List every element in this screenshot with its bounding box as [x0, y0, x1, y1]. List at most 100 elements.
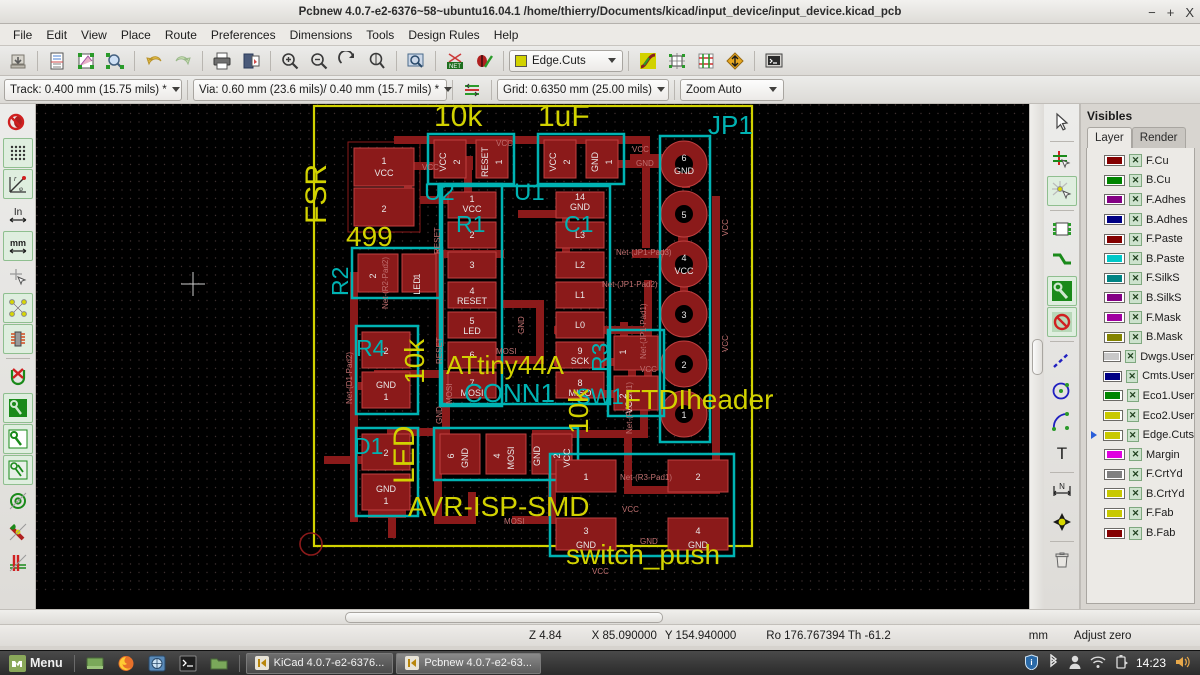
undo-icon[interactable]	[140, 48, 168, 74]
taskbar-window-pcbnew[interactable]: Pcbnew 4.0.7-e2-63...	[396, 652, 541, 674]
auto-delete-track-icon[interactable]	[3, 362, 33, 392]
layer-visibility-checkbox[interactable]: ✕	[1129, 526, 1142, 540]
add-dimension-icon[interactable]: N	[1047, 476, 1077, 506]
layer-row-b-silks[interactable]: ✕ B.SilkS	[1087, 288, 1194, 308]
mode-track-icon[interactable]	[634, 48, 662, 74]
via-size-select[interactable]: Via: 0.60 mm (23.6 mils)/ 0.40 mm (15.7 …	[193, 78, 453, 101]
layer-row-edge-cuts[interactable]: ✕ Edge.Cuts	[1087, 425, 1194, 445]
zoom-in-icon[interactable]	[276, 48, 304, 74]
horizontal-scroll-thumb[interactable]	[345, 611, 663, 623]
layer-color-swatch[interactable]	[1104, 468, 1125, 480]
set-origin-icon[interactable]	[1047, 507, 1077, 537]
zoom-select[interactable]: Zoom Auto	[680, 78, 784, 101]
show-ratsnest-icon[interactable]	[2, 293, 33, 323]
add-zone-cutout-icon[interactable]	[1046, 307, 1077, 337]
web-browser-icon[interactable]	[143, 653, 171, 674]
taskbar-clock[interactable]: 14:23	[1136, 656, 1166, 670]
layer-visibility-checkbox[interactable]: ✕	[1126, 409, 1139, 423]
layer-row-f-cu[interactable]: ✕ F.Cu	[1087, 151, 1194, 171]
volume-icon[interactable]	[1174, 654, 1190, 673]
delete-icon[interactable]	[1047, 545, 1077, 575]
mode-module-icon[interactable]	[663, 48, 691, 74]
layer-row-f-mask[interactable]: ✕ F.Mask	[1087, 308, 1194, 328]
taskbar-window-kicad[interactable]: KiCad 4.0.7-e2-6376...	[245, 652, 394, 674]
layer-row-f-paste[interactable]: ✕ F.Paste	[1087, 229, 1194, 249]
layer-visibility-checkbox[interactable]: ✕	[1124, 350, 1137, 364]
zoom-fit-icon[interactable]	[363, 48, 391, 74]
layer-row-f-adhes[interactable]: ✕ F.Adhes	[1087, 190, 1194, 210]
layer-visibility-checkbox[interactable]: ✕	[1129, 448, 1142, 462]
firefox-icon[interactable]	[112, 653, 140, 674]
zone-sketch-icon[interactable]	[2, 455, 33, 485]
module-ratsnest-icon[interactable]	[2, 324, 33, 354]
layer-row-eco1-user[interactable]: ✕ Eco1.User	[1087, 386, 1194, 406]
units-mm-icon[interactable]: mm	[2, 231, 33, 261]
layer-color-swatch[interactable]	[1102, 351, 1121, 363]
pcb-canvas-area[interactable]: 1 VCC 2 2 1 LED VCC 2 RESET 1 VCC 2 GND 1…	[36, 104, 1029, 609]
layer-row-b-cu[interactable]: ✕ B.Cu	[1087, 171, 1194, 191]
layer-color-swatch[interactable]	[1104, 449, 1125, 461]
files-icon[interactable]	[205, 653, 233, 674]
cursor-shape-icon[interactable]	[3, 262, 33, 292]
layer-color-swatch[interactable]	[1104, 194, 1125, 206]
layer-color-swatch[interactable]	[1104, 331, 1125, 343]
layer-row-b-crtyd[interactable]: ✕ B.CrtYd	[1087, 484, 1194, 504]
add-graphic-line-icon[interactable]	[1047, 345, 1077, 375]
layer-visibility-checkbox[interactable]: ✕	[1129, 213, 1142, 227]
bluetooth-icon[interactable]	[1047, 653, 1060, 673]
polar-coords-icon[interactable]: rφ	[2, 169, 33, 199]
shield-icon[interactable]: i	[1024, 653, 1039, 673]
canvas-vertical-scrollbar[interactable]	[1029, 104, 1044, 609]
layer-color-swatch[interactable]	[1103, 390, 1123, 402]
battery-icon[interactable]	[1114, 654, 1128, 673]
menu-edit[interactable]: Edit	[39, 26, 74, 44]
print-icon[interactable]	[208, 48, 236, 74]
canvas-horizontal-scrollbar[interactable]	[0, 609, 1200, 624]
layer-visibility-checkbox[interactable]: ✕	[1129, 506, 1142, 520]
menu-dimensions[interactable]: Dimensions	[283, 26, 360, 44]
add-module-icon[interactable]	[1047, 214, 1077, 244]
auto-route-icon[interactable]	[721, 48, 749, 74]
add-arc-icon[interactable]	[1047, 407, 1077, 437]
layer-row-f-crtyd[interactable]: ✕ F.CrtYd	[1087, 465, 1194, 485]
menu-help[interactable]: Help	[487, 26, 526, 44]
layer-color-swatch[interactable]	[1104, 527, 1125, 539]
layer-row-b-fab[interactable]: ✕ B.Fab	[1087, 523, 1194, 543]
layer-visibility-checkbox[interactable]: ✕	[1129, 311, 1142, 325]
tab-layer[interactable]: Layer	[1087, 127, 1132, 148]
user-icon[interactable]	[1068, 654, 1082, 673]
save-board-icon[interactable]	[4, 48, 32, 74]
layer-visibility-checkbox[interactable]: ✕	[1129, 232, 1142, 246]
layer-color-swatch[interactable]	[1104, 292, 1125, 304]
maximize-button[interactable]: +	[1167, 6, 1175, 19]
add-via-icon[interactable]	[1046, 276, 1077, 306]
menu-view[interactable]: View	[74, 26, 114, 44]
zoom-redraw-icon[interactable]	[334, 48, 362, 74]
show-desktop-icon[interactable]	[81, 653, 109, 674]
track-sketch-icon[interactable]	[3, 517, 33, 547]
layer-color-swatch[interactable]	[1104, 233, 1125, 245]
layer-row-f-fab[interactable]: ✕ F.Fab	[1087, 504, 1194, 524]
taskbar-menu-button[interactable]: Menu	[4, 653, 68, 674]
layer-visibility-checkbox[interactable]: ✕	[1129, 271, 1142, 285]
high-contrast-icon[interactable]	[3, 548, 33, 578]
track-width-select[interactable]: Track: 0.400 mm (15.75 mils) *	[4, 78, 182, 101]
layer-row-eco2-user[interactable]: ✕ Eco2.User	[1087, 406, 1194, 426]
menu-file[interactable]: File	[6, 26, 39, 44]
vertical-scroll-thumb[interactable]	[1032, 339, 1043, 375]
layer-color-swatch[interactable]	[1103, 410, 1123, 422]
via-sketch-icon[interactable]	[3, 486, 33, 516]
add-text-icon[interactable]: T	[1047, 438, 1077, 468]
close-button[interactable]: X	[1185, 6, 1194, 19]
active-layer-select[interactable]: Edge.Cuts	[509, 49, 623, 72]
board-setup-icon[interactable]	[43, 48, 71, 74]
layer-visibility-checkbox[interactable]: ✕	[1126, 369, 1139, 383]
redo-icon[interactable]	[169, 48, 197, 74]
layer-color-swatch[interactable]	[1103, 429, 1123, 441]
local-ratsnest-icon[interactable]	[1046, 176, 1077, 206]
plot-icon[interactable]	[237, 48, 265, 74]
zone-filled-icon[interactable]	[2, 393, 33, 423]
layer-color-swatch[interactable]	[1104, 155, 1125, 167]
layer-row-margin[interactable]: ✕ Margin	[1087, 445, 1194, 465]
units-inch-icon[interactable]: In	[3, 200, 33, 230]
